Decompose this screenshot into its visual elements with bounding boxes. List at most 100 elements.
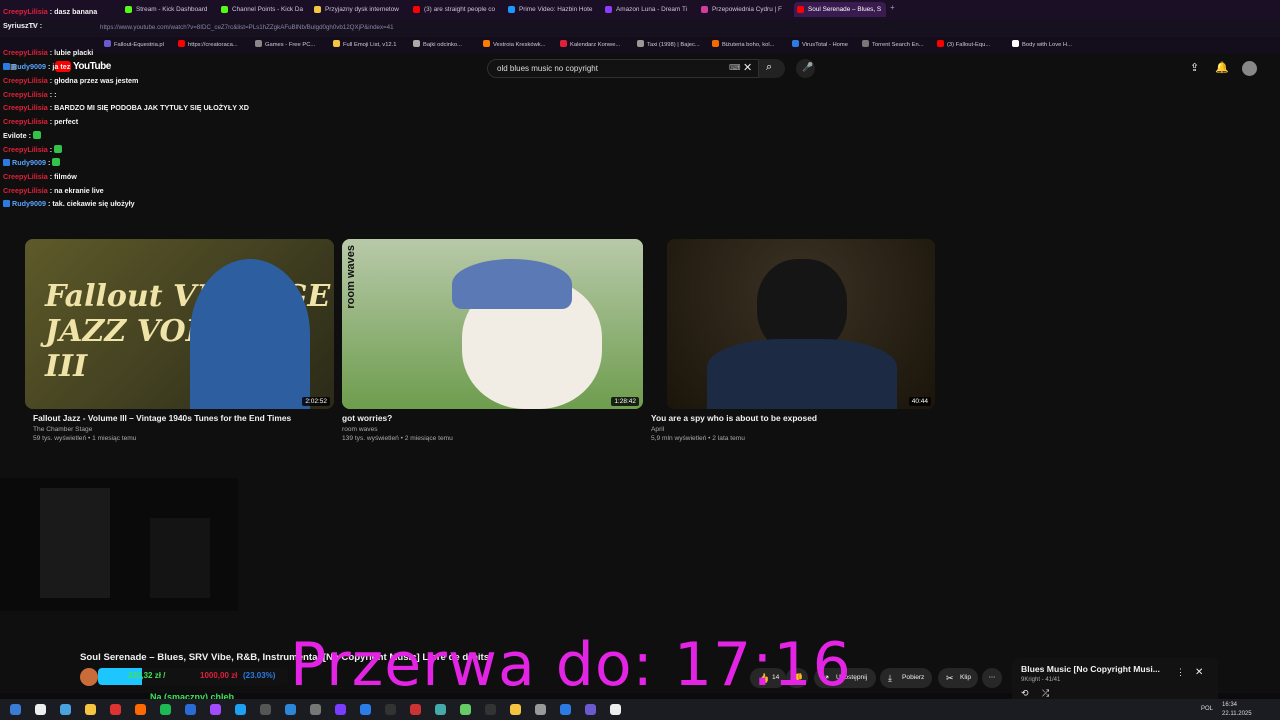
bookmark-favicon-icon xyxy=(104,40,111,47)
obs-icon[interactable] xyxy=(260,704,271,715)
bookmark-item[interactable]: Bajki odcinko... xyxy=(413,40,462,48)
app-icon[interactable] xyxy=(460,704,471,715)
tab-favicon-icon xyxy=(797,6,804,13)
bookmark-item[interactable]: Fallout-Equestria.pl xyxy=(104,40,164,48)
video-title-3[interactable]: You are a spy who is about to be exposed xyxy=(651,413,817,423)
brave-icon[interactable] xyxy=(135,704,146,715)
video-title-2[interactable]: got worries? xyxy=(342,413,392,423)
edge-icon[interactable] xyxy=(285,704,296,715)
chat-username: CreepyLilisia xyxy=(3,90,48,99)
language-indicator[interactable]: POL xyxy=(1201,706,1213,712)
video-title-1[interactable]: Fallout Jazz - Volume III – Vintage 1940… xyxy=(33,413,291,423)
youtube-logo-text: YouTube xyxy=(73,61,111,72)
tab-1[interactable]: Stream - Kick Dashboard xyxy=(122,2,212,17)
notifications-bell-icon[interactable]: 🔔 xyxy=(1215,61,1229,74)
bookmark-item[interactable]: Biżuteria boho, kol... xyxy=(712,40,775,48)
bookmark-label: VirusTotal - Home xyxy=(802,42,848,48)
bookmark-item[interactable]: Taxi (1998) | Bajec... xyxy=(637,40,700,48)
app-icon[interactable] xyxy=(560,704,571,715)
app-icon[interactable] xyxy=(210,704,221,715)
app-icon[interactable] xyxy=(435,704,446,715)
bookmark-item[interactable]: Full Emoji List, v12.1 xyxy=(333,40,396,48)
chat-username: CreepyLilisia xyxy=(3,7,48,16)
duration-badge: 2:02:52 xyxy=(302,397,330,406)
bookmark-favicon-icon xyxy=(255,40,262,47)
tab-label: Amazon Luna - Dream Ti xyxy=(616,6,688,13)
video-thumbnail-3[interactable]: 40:44 xyxy=(667,239,935,409)
bookmark-item[interactable]: https://creatoraca... xyxy=(178,40,238,48)
bookmark-item[interactable]: Games - Free PC... xyxy=(255,40,315,48)
search-icon[interactable] xyxy=(35,704,46,715)
app-icon[interactable] xyxy=(610,704,621,715)
more-actions-button[interactable]: ⋯ xyxy=(982,668,1002,688)
clear-search-icon[interactable]: ✕ xyxy=(743,61,752,74)
bookmark-label: Torrent Search En... xyxy=(872,42,924,48)
search-icon: ⌕ xyxy=(766,61,773,73)
app-icon[interactable] xyxy=(385,704,396,715)
tab-8[interactable]: Soul Serenade – Blues, S xyxy=(794,2,886,17)
tab-3[interactable]: Przyjazny dysk internetow xyxy=(311,2,405,17)
keyboard-icon[interactable]: ⌨ xyxy=(729,63,741,72)
skype-icon[interactable] xyxy=(235,704,246,715)
bookmark-item[interactable]: Body with Love H... xyxy=(1012,40,1072,48)
video-meta-3: 5,9 mln wyświetleń • 2 lata temu xyxy=(651,435,745,442)
clock-time[interactable]: 16:34 xyxy=(1222,702,1237,708)
chat-username: CreepyLilisia xyxy=(3,145,48,154)
app-icon[interactable] xyxy=(485,704,496,715)
bookmark-favicon-icon xyxy=(1012,40,1019,47)
start-icon[interactable] xyxy=(10,704,21,715)
tab-2[interactable]: Channel Points - Kick Da xyxy=(218,2,306,17)
bookmark-favicon-icon xyxy=(712,40,719,47)
clip-label: Klip xyxy=(960,674,971,681)
bookmark-item[interactable]: VirusTotal - Home xyxy=(792,40,848,48)
close-icon[interactable]: ✕ xyxy=(1195,667,1203,678)
chat-message: SyriuszTV : xyxy=(3,21,42,30)
download-button[interactable]: ⤓ Pobierz xyxy=(880,668,932,688)
video-channel-2[interactable]: room waves xyxy=(342,426,378,433)
bookmark-label: Biżuteria boho, kol... xyxy=(722,42,775,48)
tab-favicon-icon xyxy=(413,6,420,13)
tab-4[interactable]: (3) are straight people co xyxy=(410,2,500,17)
vscode-icon[interactable] xyxy=(360,704,371,715)
upload-icon[interactable]: ⇪ xyxy=(1190,61,1199,74)
tab-7[interactable]: Przepowiednia Cydru | F xyxy=(698,2,788,17)
tab-favicon-icon xyxy=(701,6,708,13)
chat-username: CreepyLilisia xyxy=(3,103,48,112)
url-field[interactable]: https://www.youtube.com/watch?v=8IDC_ceZ… xyxy=(100,24,394,31)
video-channel-1[interactable]: The Chamber Stage xyxy=(33,426,92,433)
avatar[interactable] xyxy=(1242,61,1257,76)
bookmark-label: (3) Fallout-Equ... xyxy=(947,42,991,48)
clip-button[interactable]: ✂ Klip xyxy=(938,668,978,688)
playlist-menu-icon[interactable]: ⋮ xyxy=(1176,667,1185,678)
bookmark-favicon-icon xyxy=(792,40,799,47)
app-icon[interactable] xyxy=(585,704,596,715)
video-thumbnail-1[interactable]: Fallout VINTAGE JAZZ VOLUME III 2:02:52 xyxy=(25,239,334,409)
shuffle-icon[interactable]: ⤮ xyxy=(1042,688,1049,699)
settings-icon[interactable] xyxy=(310,704,321,715)
video-channel-3[interactable]: April xyxy=(651,426,664,433)
donation-percent: (23.03%) xyxy=(243,671,276,680)
playlist-title[interactable]: Blues Music [No Copyright Musi... xyxy=(1021,664,1160,674)
app-icon[interactable] xyxy=(110,704,121,715)
spotify-icon[interactable] xyxy=(160,704,171,715)
new-tab-button[interactable]: + xyxy=(890,3,895,12)
app-icon[interactable] xyxy=(410,704,421,715)
app-icon[interactable] xyxy=(510,704,521,715)
app-icon[interactable] xyxy=(335,704,346,715)
bookmark-item[interactable]: (3) Fallout-Equ... xyxy=(937,40,990,48)
taskview-icon[interactable] xyxy=(60,704,71,715)
loop-icon[interactable]: ⟲ xyxy=(1021,688,1029,699)
steam-icon[interactable] xyxy=(185,704,196,715)
chat-message: CreepyLilisia : perfect xyxy=(3,117,78,126)
bookmark-item[interactable]: Torrent Search En... xyxy=(862,40,924,48)
tab-6[interactable]: Amazon Luna - Dream Ti xyxy=(602,2,694,17)
tab-5[interactable]: Prime Video: Hazbin Hote xyxy=(505,2,597,17)
explorer-icon[interactable] xyxy=(85,704,96,715)
bookmark-item[interactable]: Vestroia Kreskówk... xyxy=(483,40,546,48)
bookmark-item[interactable]: Kalendarz Konwe... xyxy=(560,40,620,48)
video-thumbnail-2[interactable]: room waves 1:28:42 xyxy=(342,239,643,409)
channel-avatar[interactable] xyxy=(80,668,98,686)
app-icon[interactable] xyxy=(535,704,546,715)
chat-badge-icon xyxy=(3,200,10,207)
donation-bar: 230,32 zł / 1000,00 zł (23.03%) xyxy=(98,668,288,685)
